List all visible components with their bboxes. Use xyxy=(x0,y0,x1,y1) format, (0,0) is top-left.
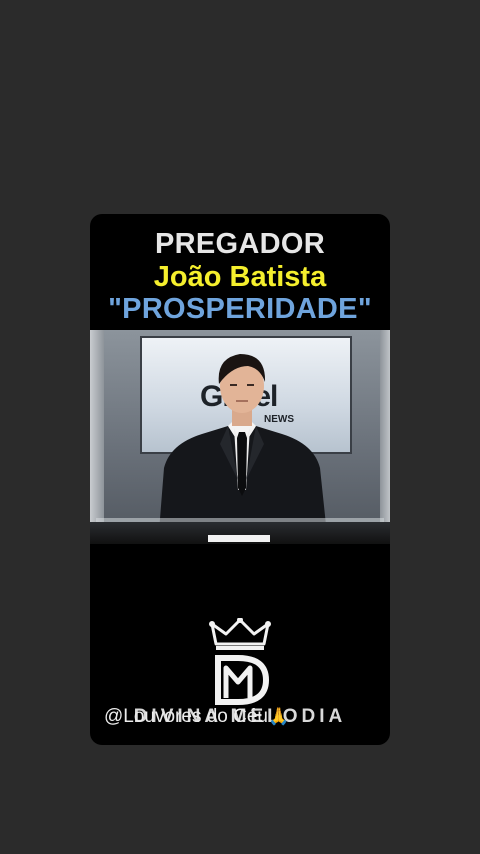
crown-logo-icon xyxy=(209,618,271,705)
channel-handle-text: @Louvores do Céu xyxy=(104,706,268,727)
title-block: PREGADOR João Batista "PROSPERIDADE" xyxy=(90,228,390,326)
video-card[interactable]: PREGADOR João Batista "PROSPERIDADE" Gl … xyxy=(90,214,390,745)
studio-pillar-right xyxy=(380,330,390,544)
title-pregador: PREGADOR xyxy=(155,228,325,260)
praying-hands-icon: 🙏 xyxy=(268,707,290,726)
news-anchor-figure xyxy=(158,354,328,544)
title-preacher-name: João Batista xyxy=(153,261,327,293)
title-topic: "PROSPERIDADE" xyxy=(108,293,372,325)
channel-handle: @Louvores do Céu🙏 xyxy=(104,706,289,728)
studio-pillar-left xyxy=(90,330,104,544)
video-frame[interactable]: Gl bel NEWS xyxy=(90,330,390,544)
desk-paper xyxy=(208,535,270,542)
